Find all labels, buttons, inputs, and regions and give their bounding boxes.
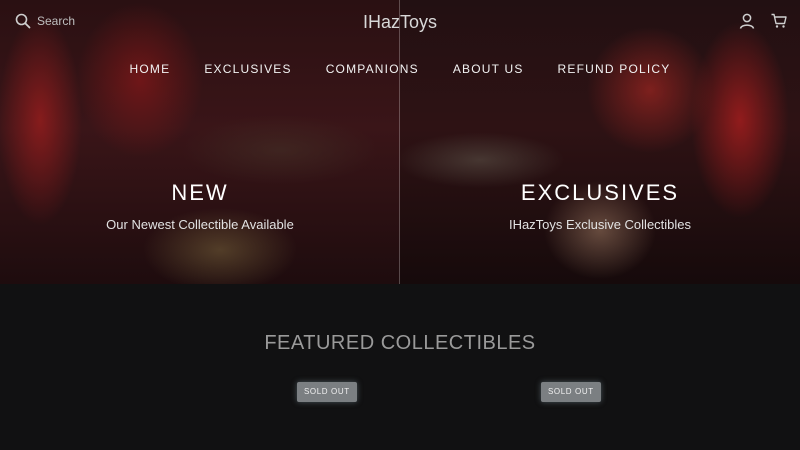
hero-panel-exclusives-subtitle: IHazToys Exclusive Collectibles [508,217,692,232]
search-input[interactable] [37,14,157,28]
sold-out-badge: SOLD OUT [541,382,601,402]
user-icon[interactable] [738,12,756,30]
logo-text[interactable]: IHazToys [363,12,437,32]
nav-item-refund-policy[interactable]: REFUND POLICY [558,62,671,76]
sold-out-badge: SOLD OUT [297,382,357,402]
search-icon[interactable] [14,12,32,30]
search-bar [14,12,157,30]
main-nav: HOME EXCLUSIVES COMPANIONS ABOUT US REFU… [0,62,800,76]
hero-panel-exclusives-title: EXCLUSIVES [520,180,680,205]
hero-panel-new-title: NEW [171,180,229,205]
nav-item-about-us[interactable]: ABOUT US [453,62,524,76]
cart-icon[interactable] [770,12,788,30]
nav-item-exclusives[interactable]: EXCLUSIVES [204,62,291,76]
site-header: IHazToys [0,0,800,44]
hero-panel-new-subtitle: Our Newest Collectible Available [106,217,294,232]
nav-item-home[interactable]: HOME [130,62,171,76]
nav-item-companions[interactable]: COMPANIONS [326,62,419,76]
featured-title: FEATURED COLLECTIBLES [264,332,536,354]
